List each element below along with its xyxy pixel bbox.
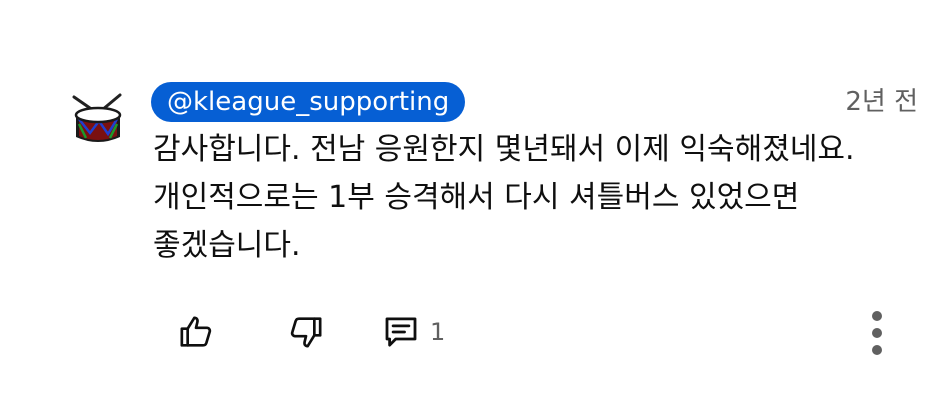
- reply-count: 1: [430, 318, 446, 346]
- comment-timestamp: 2년 전: [845, 87, 918, 117]
- more-options-button[interactable]: [862, 306, 892, 360]
- thumbs-up-icon: [180, 316, 212, 347]
- reply-button[interactable]: 1: [380, 310, 445, 354]
- like-button[interactable]: [176, 310, 216, 354]
- author-name-chip[interactable]: @kleague_supporting: [151, 82, 466, 122]
- drum-icon: [72, 93, 122, 142]
- comment-card: @kleague_supporting 2년 전 감사합니다. 전남 응원한지 …: [0, 0, 952, 405]
- dislike-button[interactable]: [286, 310, 326, 354]
- comment-action-bar: 1: [0, 300, 952, 360]
- avatar[interactable]: [70, 93, 126, 149]
- thumbs-down-icon: [290, 317, 322, 348]
- comment-icon: [385, 317, 417, 347]
- comment-text: 감사합니다. 전남 응원한지 몇년돼서 이제 익숙해졌네요. 개인적으로는 1부…: [153, 132, 855, 263]
- more-vertical-icon: [872, 311, 882, 355]
